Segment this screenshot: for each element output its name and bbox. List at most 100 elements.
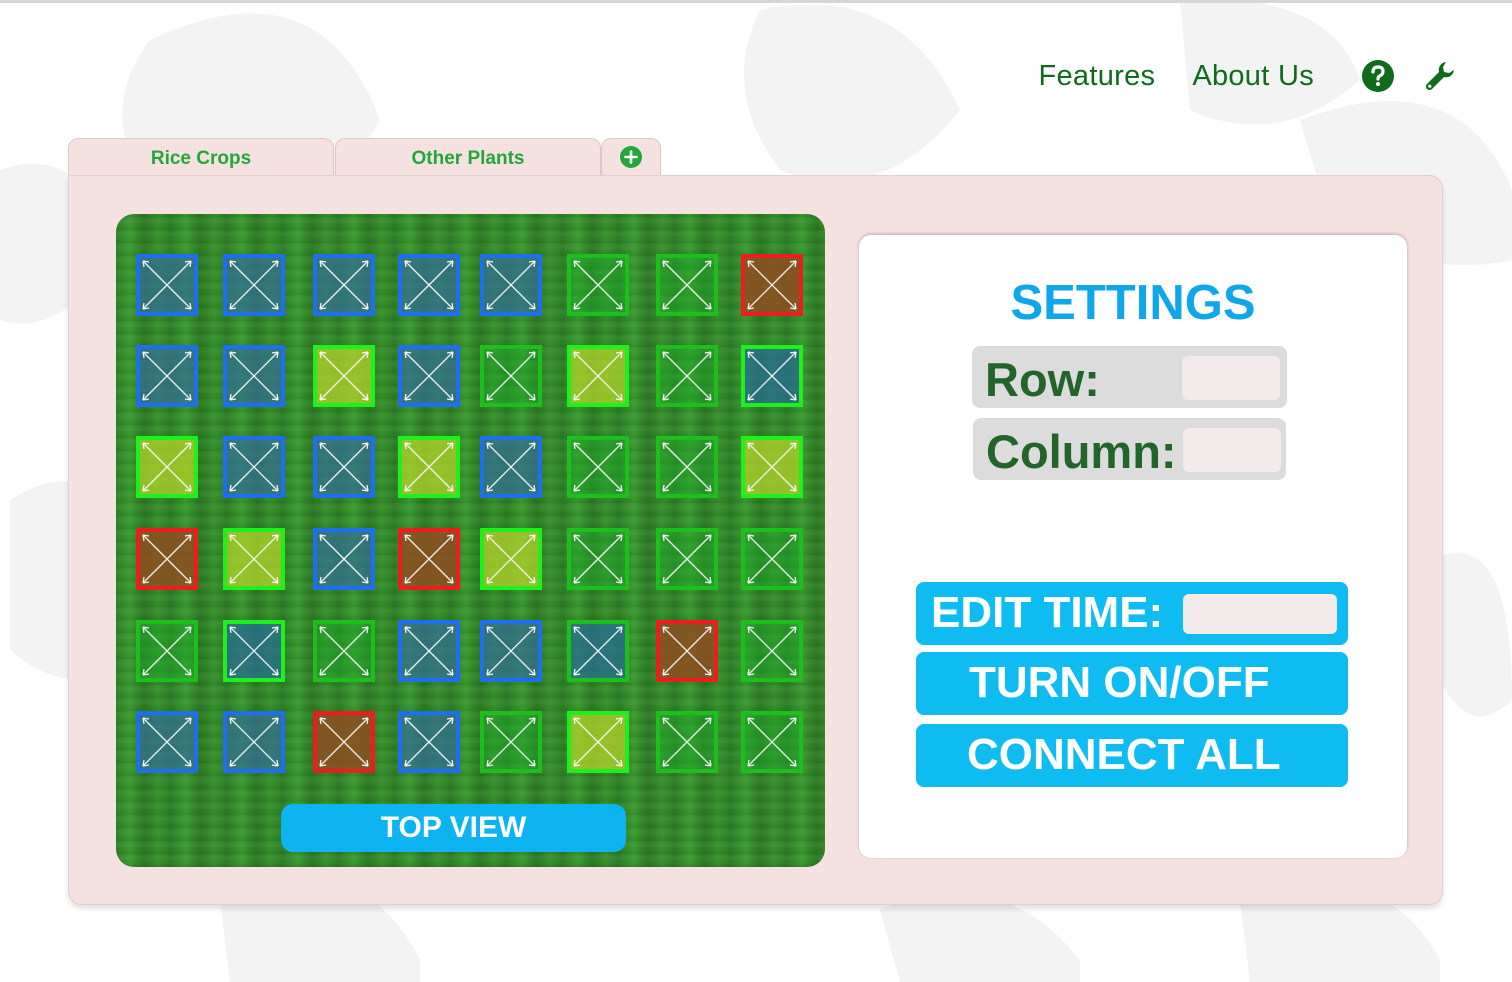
sensor-cross-icon — [662, 534, 712, 584]
nav-about-link[interactable]: About Us — [1192, 60, 1314, 93]
sensor-cross-icon — [142, 351, 192, 401]
sensor-cell[interactable] — [136, 436, 198, 498]
sensor-cell[interactable] — [741, 620, 803, 682]
sensor-cross-icon — [573, 534, 623, 584]
turn-on-off-button[interactable]: TURN ON/OFF — [916, 652, 1348, 715]
sensor-cell[interactable] — [313, 528, 375, 590]
sensor-cross-icon — [747, 442, 797, 492]
tab-other-plants[interactable]: Other Plants — [335, 138, 601, 178]
sensor-cross-icon — [573, 442, 623, 492]
sensor-cell[interactable] — [741, 254, 803, 316]
sensor-cell[interactable] — [656, 254, 718, 316]
sensor-cell[interactable] — [567, 254, 629, 316]
settings-card: SETTINGS Row: Column: EDIT TIME: TURN ON… — [859, 235, 1407, 858]
sensor-cell[interactable] — [223, 528, 285, 590]
sensor-cell[interactable] — [313, 254, 375, 316]
sensor-cell[interactable] — [398, 436, 460, 498]
sensor-cell[interactable] — [136, 254, 198, 316]
sensor-cross-icon — [662, 351, 712, 401]
sensor-cross-icon — [573, 626, 623, 676]
sensor-cell[interactable] — [480, 528, 542, 590]
tab-rice-crops[interactable]: Rice Crops — [68, 138, 334, 178]
sensor-cell[interactable] — [223, 254, 285, 316]
row-input[interactable] — [1182, 356, 1280, 400]
sensor-cross-icon — [486, 534, 536, 584]
sensor-cell[interactable] — [656, 620, 718, 682]
nav-features-link[interactable]: Features — [1038, 60, 1155, 93]
tab-add[interactable] — [601, 138, 661, 178]
sensor-cell[interactable] — [398, 345, 460, 407]
sensor-cross-icon — [229, 351, 279, 401]
sensor-cell[interactable] — [398, 620, 460, 682]
connect-all-label: CONNECT ALL — [967, 730, 1281, 779]
sensor-cross-icon — [747, 351, 797, 401]
sensor-cell[interactable] — [136, 528, 198, 590]
row-label: Row: — [985, 353, 1100, 406]
sensor-cell[interactable] — [223, 345, 285, 407]
edit-time-input[interactable] — [1183, 594, 1337, 634]
sensor-cell[interactable] — [480, 711, 542, 773]
column-setting: Column: — [973, 418, 1286, 480]
sensor-cross-icon — [662, 442, 712, 492]
help-circle-icon[interactable] — [1360, 58, 1396, 94]
sensor-cell[interactable] — [567, 711, 629, 773]
sensor-cross-icon — [319, 442, 369, 492]
sensor-cell[interactable] — [656, 436, 718, 498]
sensor-cross-icon — [229, 260, 279, 310]
sensor-cell[interactable] — [136, 711, 198, 773]
sensor-cell[interactable] — [398, 254, 460, 316]
sensor-cell[interactable] — [480, 345, 542, 407]
sensor-cross-icon — [573, 717, 623, 767]
edit-time-button[interactable]: EDIT TIME: — [916, 582, 1348, 645]
sensor-cell[interactable] — [313, 620, 375, 682]
sensor-cross-icon — [404, 442, 454, 492]
sensor-cell[interactable] — [223, 711, 285, 773]
sensor-cross-icon — [747, 717, 797, 767]
sensor-cell[interactable] — [313, 345, 375, 407]
settings-title: SETTINGS — [1010, 276, 1256, 330]
sensor-cell[interactable] — [567, 436, 629, 498]
sensor-cell[interactable] — [741, 436, 803, 498]
top-border-line — [0, 0, 1512, 3]
sensor-cell[interactable] — [567, 345, 629, 407]
sensor-cell[interactable] — [398, 528, 460, 590]
sensor-cell[interactable] — [313, 711, 375, 773]
sensor-cell[interactable] — [480, 254, 542, 316]
sensor-cell[interactable] — [136, 620, 198, 682]
sensor-cell[interactable] — [656, 711, 718, 773]
sensor-cross-icon — [142, 534, 192, 584]
sensor-cell[interactable] — [567, 528, 629, 590]
add-circle-icon — [620, 145, 642, 168]
sensor-cell[interactable] — [223, 436, 285, 498]
sensor-cross-icon — [662, 717, 712, 767]
sensor-cell[interactable] — [567, 620, 629, 682]
sensor-cell[interactable] — [741, 528, 803, 590]
wrench-icon[interactable] — [1422, 58, 1458, 94]
sensor-cell[interactable] — [741, 345, 803, 407]
connect-all-button[interactable]: CONNECT ALL — [916, 724, 1348, 787]
sensor-cell[interactable] — [656, 528, 718, 590]
sensor-cross-icon — [747, 260, 797, 310]
sensor-cross-icon — [142, 626, 192, 676]
column-input[interactable] — [1183, 428, 1281, 472]
sensor-cell[interactable] — [480, 620, 542, 682]
sensor-cross-icon — [747, 626, 797, 676]
sensor-cross-icon — [319, 717, 369, 767]
sensor-cross-icon — [142, 260, 192, 310]
edit-time-label: EDIT TIME: — [931, 588, 1164, 637]
sensor-cross-icon — [662, 626, 712, 676]
sensor-cell[interactable] — [480, 436, 542, 498]
sensor-cell[interactable] — [656, 345, 718, 407]
sensor-cell[interactable] — [136, 345, 198, 407]
row-setting: Row: — [972, 346, 1287, 408]
sensor-cell[interactable] — [223, 620, 285, 682]
sensor-cross-icon — [229, 534, 279, 584]
sensor-cell[interactable] — [741, 711, 803, 773]
sensor-cross-icon — [404, 260, 454, 310]
sensor-cross-icon — [486, 626, 536, 676]
sensor-cell[interactable] — [313, 436, 375, 498]
sensor-cell[interactable] — [398, 711, 460, 773]
crop-field-map: TOP VIEW — [116, 214, 825, 867]
top-view-button[interactable]: TOP VIEW — [281, 804, 626, 852]
main-panel: TOP VIEW SETTINGS Row: Column: EDIT TIME… — [68, 175, 1443, 905]
